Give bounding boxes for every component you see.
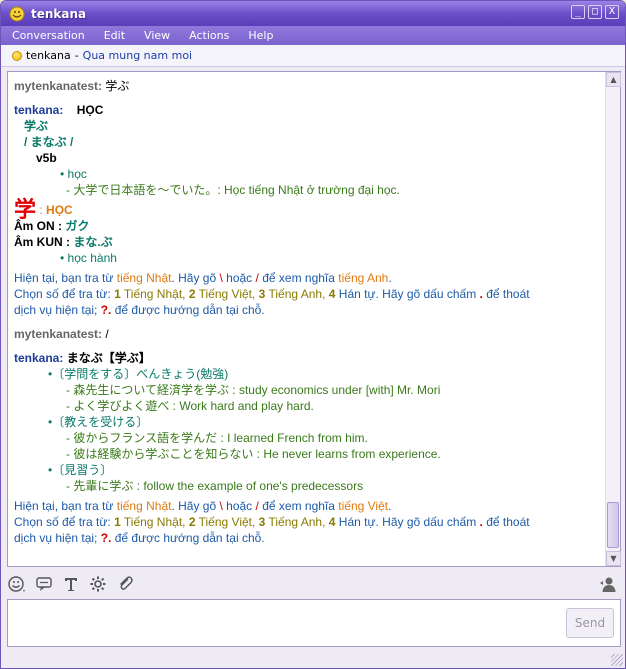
resize-grip-icon[interactable] [611, 654, 623, 666]
kun-reading: Âm KUN : まな.ぶ [14, 235, 113, 249]
menu-actions[interactable]: Actions [189, 29, 229, 42]
close-button[interactable]: X [605, 5, 619, 19]
example-sentence: - よく学びよく遊べ : Work hard and play hard. [66, 399, 314, 413]
help-line: dịch vụ hiện tại; ?. để được hướng dẫn t… [14, 531, 265, 545]
example-sentence: - 彼は経験から学ぶことを知らない : He never learns from… [66, 447, 441, 461]
scroll-down-arrow-icon[interactable]: ▼ [606, 551, 621, 566]
message-list: mytenkanatest: 学ぶ tenkana: HỌC 学ぶ / まなぶ … [8, 72, 606, 566]
smiley-icon [8, 576, 25, 592]
scroll-up-arrow-icon[interactable]: ▲ [606, 72, 621, 87]
compose-toolbar [1, 571, 625, 597]
sense-item: •〔学問をする〕べんきょう(勉強) [48, 367, 229, 381]
maximize-button[interactable]: □ [588, 5, 602, 19]
text-format-icon [65, 578, 77, 591]
paperclip-icon [120, 576, 133, 590]
message-input[interactable]: Send [7, 599, 621, 647]
help-line: Chọn số để tra từ: 1 Tiếng Nhật, 2 Tiếng… [14, 287, 530, 301]
message-sender: tenkana: [14, 103, 64, 117]
help-line: Chọn số để tra từ: 1 Tiếng Nhật, 2 Tiếng… [14, 515, 530, 529]
send-button[interactable]: Send [566, 608, 614, 638]
presence-status-icon [12, 50, 22, 61]
menu-help[interactable]: Help [248, 29, 273, 42]
help-line: Hiện tại, bạn tra từ tiếng Nhật. Hãy gõ … [14, 499, 392, 513]
font-button[interactable] [60, 574, 82, 594]
window-controls: _ □ X [571, 5, 619, 19]
headword: まなぶ【学ぶ】 [66, 351, 151, 365]
contact-name[interactable]: tenkana [26, 49, 71, 62]
help-line: Hiện tại, bạn tra từ tiếng Nhật. Hãy gõ … [14, 271, 392, 285]
sense-item: •〔見習う〕 [48, 463, 113, 477]
scrollbar-thumb[interactable] [607, 502, 619, 548]
message-incoming: mytenkanatest: / [14, 326, 600, 342]
message-incoming: mytenkanatest: 学ぶ [14, 78, 600, 94]
example-sentence: - 先輩に学ぶ : follow the example of one's pr… [66, 479, 364, 493]
kanji-entry: 学 : HỌC [14, 197, 73, 222]
on-reading: Âm ON : ガク [14, 219, 90, 233]
contact-status-bar: tenkana - Qua mung nam moi [1, 45, 625, 67]
message-reply-header: tenkana: まなぶ【学ぶ】 [14, 350, 600, 366]
message-text: / [105, 327, 109, 341]
minimize-button[interactable]: _ [571, 5, 585, 19]
messenger-buddy-icon [9, 6, 25, 21]
message-sender: mytenkanatest: [14, 79, 103, 93]
title-bar[interactable]: tenkana _ □ X [1, 1, 625, 26]
status-separator: - [74, 49, 79, 62]
emoticon-button[interactable] [6, 574, 28, 594]
kanji-reading: HỌC [46, 203, 73, 217]
speech-bubble-icon [36, 577, 52, 591]
messenger-window: tenkana _ □ X Conversation Edit View Act… [0, 0, 626, 669]
help-line: dịch vụ hiện tại; ?. để được hướng dẫn t… [14, 303, 265, 317]
attach-file-button[interactable] [114, 574, 136, 594]
message-reply-header: tenkana: HỌC [14, 102, 600, 118]
contact-info-button[interactable] [597, 574, 619, 594]
menu-bar: Conversation Edit View Actions Help [1, 26, 625, 45]
contact-person-icon [600, 577, 616, 592]
message-sender: mytenkanatest: [14, 327, 103, 341]
meaning-item: • học [60, 167, 87, 181]
status-message: Qua mung nam moi [82, 49, 193, 62]
meaning-item: • học hành [60, 251, 117, 265]
menu-view[interactable]: View [144, 29, 170, 42]
headword: HỌC [76, 103, 104, 117]
verb-class: v5b [36, 151, 57, 165]
vertical-scrollbar[interactable]: ▲ ▼ [605, 72, 621, 566]
message-text: 学ぶ [105, 79, 130, 93]
kana-reading: / まなぶ / [24, 135, 74, 149]
example-sentence: - 大学で日本語を～でいた。: Học tiếng Nhật ở trường … [66, 183, 400, 197]
sense-item: •〔教えを受ける〕 [48, 415, 149, 429]
menu-edit[interactable]: Edit [104, 29, 125, 42]
example-sentence: - 森先生について経済学を学ぶ : study economics under … [66, 383, 441, 397]
window-title: tenkana [31, 6, 87, 21]
menu-conversation[interactable]: Conversation [12, 29, 85, 42]
gear-icon [90, 576, 106, 592]
voice-clip-button[interactable] [33, 574, 55, 594]
conversation-history[interactable]: mytenkanatest: 学ぶ tenkana: HỌC 学ぶ / まなぶ … [7, 71, 621, 567]
example-sentence: - 彼からフランス語を学んだ : I learned French from h… [66, 431, 368, 445]
kanji-word: 学ぶ [24, 119, 49, 133]
message-sender: tenkana: [14, 351, 64, 365]
settings-button[interactable] [87, 574, 109, 594]
